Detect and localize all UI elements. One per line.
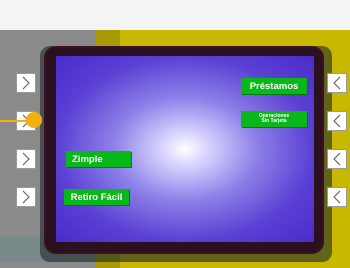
chevron-left-icon <box>333 152 341 166</box>
prestamos-button[interactable]: Préstamos <box>241 78 307 94</box>
chevron-right-icon <box>22 190 30 204</box>
zimple-button[interactable]: Zimple <box>66 151 131 167</box>
side-button-left-4[interactable] <box>16 187 36 207</box>
retiro-facil-button[interactable]: Retiro Fácil <box>64 189 129 205</box>
chevron-left-icon <box>333 76 341 90</box>
side-button-left-1[interactable] <box>16 73 36 93</box>
side-button-right-2[interactable] <box>327 111 347 131</box>
atm-scene: Préstamos Operaciones Sin Tarjeta Zimple… <box>0 0 350 268</box>
side-button-right-1[interactable] <box>327 73 347 93</box>
operaciones-label-line2: Sin Tarjeta <box>261 118 287 124</box>
side-button-right-4[interactable] <box>327 187 347 207</box>
side-button-left-3[interactable] <box>16 149 36 169</box>
chevron-right-icon <box>22 152 30 166</box>
operaciones-sin-tarjeta-button[interactable]: Operaciones Sin Tarjeta <box>241 111 307 127</box>
side-button-right-3[interactable] <box>327 149 347 169</box>
chevron-right-icon <box>22 76 30 90</box>
chevron-left-icon <box>333 114 341 128</box>
pointer-dot <box>26 112 42 128</box>
chevron-left-icon <box>333 190 341 204</box>
